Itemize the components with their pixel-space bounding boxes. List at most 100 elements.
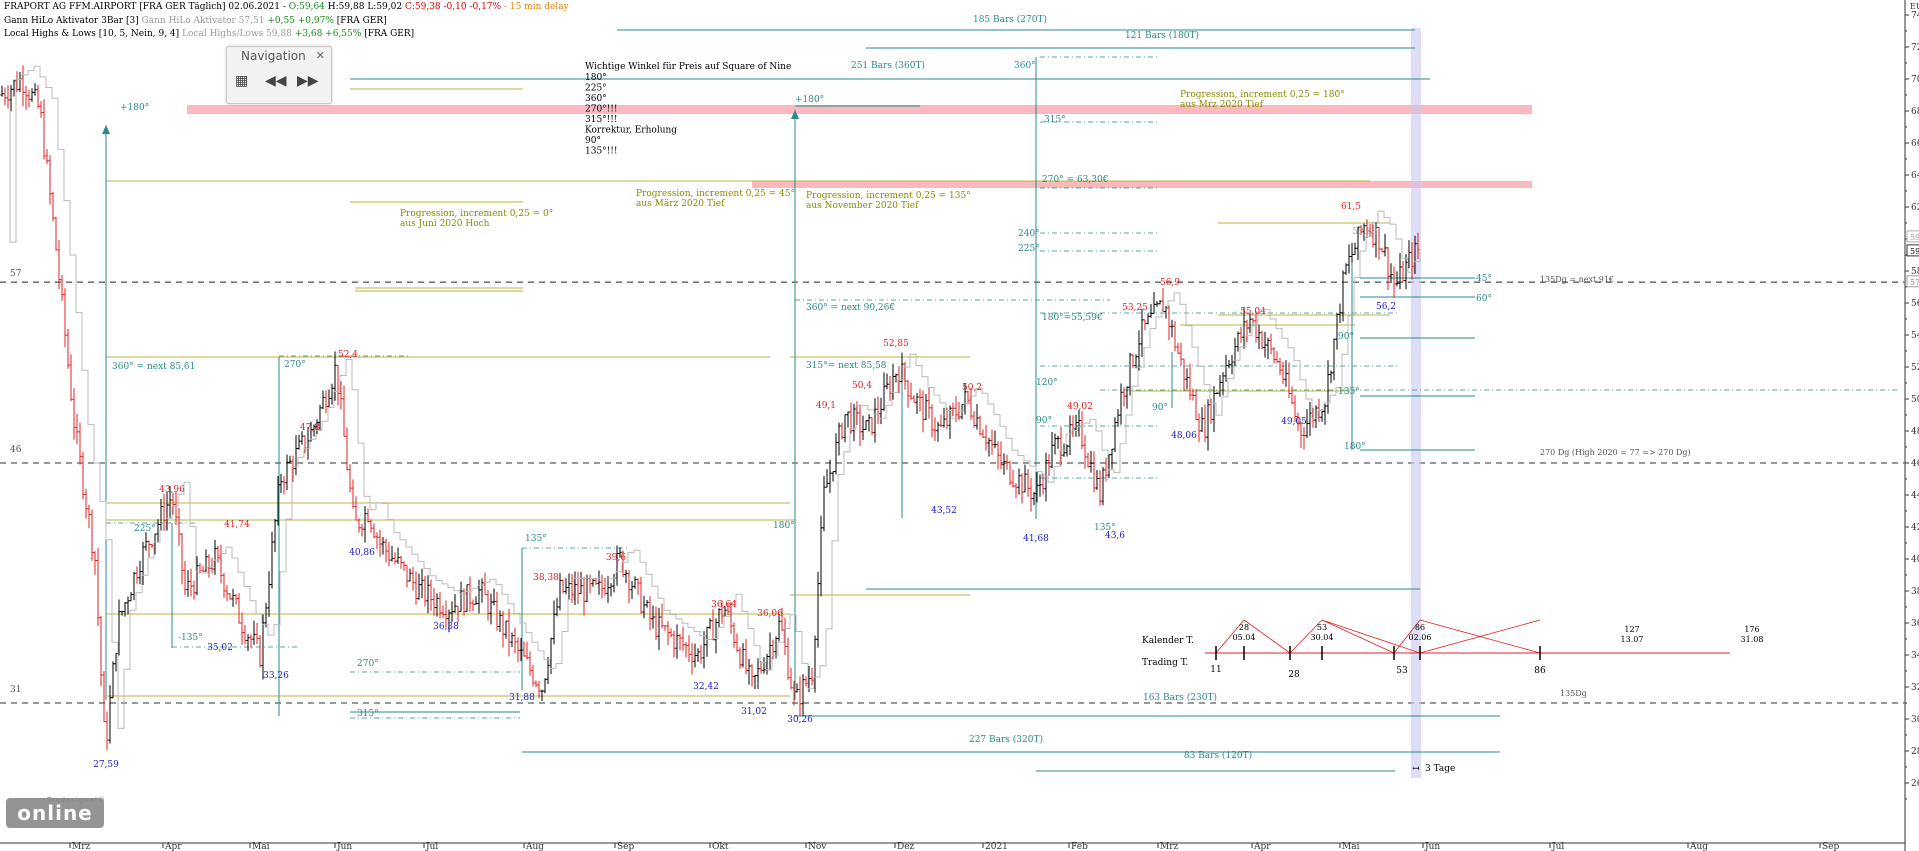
swing-high-label: 36,64 — [711, 600, 737, 610]
angles-list-item: 270°!!! — [585, 105, 618, 115]
angle-label: 360° = next 85,61 — [112, 362, 195, 372]
price-tick-label: 34,00 — [1911, 651, 1919, 661]
price-tick-label: 74,00 — [1911, 11, 1919, 21]
swing-low-label: 35,02 — [207, 643, 233, 653]
angle-label: 315° — [1044, 115, 1066, 125]
angle-label: 90° — [1338, 332, 1354, 342]
level-label: 57 — [10, 269, 22, 279]
swing-high-label: 59,88 — [1352, 227, 1378, 237]
progression-label: Progression, increment 0,25 = 0° — [400, 209, 553, 219]
angles-list-item: 90° — [585, 136, 601, 146]
swing-high-label: 41,74 — [224, 520, 250, 530]
progression-label: aus Juni 2020 Hoch — [400, 219, 490, 229]
swing-high-label: 61,5 — [1341, 202, 1361, 212]
calendar-count-label: 86 — [1415, 623, 1425, 632]
time-tick-label: Sep — [1822, 842, 1839, 851]
calendar-count-label: 31.08 — [1741, 635, 1764, 644]
time-tick-label: Jun — [1424, 842, 1440, 851]
grid-icon[interactable]: ▦ — [235, 73, 248, 95]
angle-label: 90° — [1036, 416, 1052, 426]
swing-high-label: 50,2 — [962, 383, 982, 393]
time-tick-label: Jun — [336, 842, 352, 851]
swing-low-label: 27,59 — [93, 760, 119, 770]
angle-label: 225° — [134, 524, 156, 534]
angle-label: 135° — [1094, 523, 1116, 533]
progression-label: aus Mrz 2020 Tief — [1180, 100, 1264, 110]
progression-label: Progression, increment 0,25 = 135° — [806, 191, 971, 201]
time-tick-label: Aug — [1689, 842, 1708, 851]
time-tick-label: Mai — [252, 842, 270, 851]
time-tick-label: Mai — [1342, 842, 1360, 851]
swing-low-label: 31,02 — [741, 707, 767, 717]
price-tick-label: 70,00 — [1911, 75, 1919, 85]
three-days-arrow: ↤ — [1412, 764, 1420, 774]
swing-low-label: 43,52 — [931, 506, 957, 516]
back-icon[interactable]: ◀◀ — [265, 73, 287, 95]
swing-low-label: 41,68 — [1023, 534, 1049, 544]
time-tick-label: Jul — [425, 842, 438, 851]
trading-count-label: 11 — [1210, 665, 1221, 675]
swing-high-label: 43,96 — [159, 485, 185, 495]
price-tick-label: 72,00 — [1911, 43, 1919, 53]
navigation-panel[interactable]: Navigation ✕ ▦ ◀◀ ▶▶ — [226, 46, 332, 104]
swing-high-label: 55,04 — [1240, 307, 1266, 317]
swing-high-label: 53,25 — [1122, 303, 1148, 313]
bars-count-label: 163 Bars (230T) — [1143, 692, 1217, 703]
progression-label: Progression, increment 0,25 = 180° — [1180, 90, 1345, 100]
swing-high-label: 49,1 — [816, 401, 836, 411]
trading-days-label: Trading T. — [1142, 658, 1188, 668]
angles-list-item: 315°!!! — [585, 115, 618, 125]
right-note-label: 135Dg — [1560, 689, 1587, 698]
price-tick-label: 30,00 — [1911, 715, 1919, 725]
price-tick-label: 50,00 — [1911, 395, 1919, 405]
time-tick-label: Sep — [617, 842, 634, 851]
time-tick-label: Mrz — [1160, 842, 1179, 851]
price-tick-label: 44,00 — [1911, 491, 1919, 501]
angle-label: 360° — [1014, 61, 1036, 71]
angle-label: 270° — [357, 659, 379, 669]
swing-low-label: 36,38 — [433, 622, 459, 632]
bars-count-label: 227 Bars (320T) — [969, 734, 1043, 745]
angle-label: 225° — [1018, 244, 1040, 254]
angle-label: 180°=55,59€ — [1042, 313, 1103, 323]
progression-label: aus März 2020 Tief — [636, 199, 725, 209]
price-tick-label: 68,00 — [1911, 107, 1919, 117]
swing-low-label: 48,06 — [1171, 431, 1197, 441]
bars-count-label: 83 Bars (120T) — [1184, 750, 1252, 761]
close-icon[interactable]: ✕ — [316, 49, 325, 62]
angle-label: 315°= next 85,58 — [806, 361, 887, 371]
angle-label: +180° — [120, 103, 149, 113]
calendar-count-label: 127 — [1624, 625, 1639, 634]
swing-low-label: 40,86 — [349, 548, 375, 558]
gann-hilo-activator-line — [9, 65, 1421, 729]
swing-low-label: 30,26 — [787, 715, 813, 725]
right-note-label: 270 Dg (High 2020 = 77 => 270 Dg) — [1540, 448, 1691, 457]
angle-label: 135° — [525, 534, 547, 544]
angle-label: 360° = next 90,26€ — [806, 303, 895, 313]
swing-high-label: 50,4 — [852, 381, 872, 391]
price-tick-label: 62,00 — [1911, 203, 1919, 213]
angle-label: 240° — [1018, 229, 1040, 239]
time-tick-label: Apr — [164, 842, 182, 851]
swing-low-label: 31,88 — [509, 693, 535, 703]
highlight-column — [1411, 28, 1421, 778]
price-chart[interactable]: 74,0072,0070,0068,0066,0064,0062,0060,00… — [0, 0, 1919, 851]
price-tick-label: 26,00 — [1911, 779, 1919, 789]
calendar-count-label: 30.04 — [1311, 633, 1334, 642]
swing-low-label: 49,05 — [1281, 417, 1307, 427]
time-tick-label: 2021 — [985, 842, 1008, 851]
forward-icon[interactable]: ▶▶ — [297, 73, 319, 95]
price-tick-label: 38,00 — [1911, 587, 1919, 597]
angles-list-item: Korrektur, Erholung — [585, 126, 677, 136]
angle-label: 270° = 63,30€ — [1042, 175, 1108, 185]
header-line-1: FRAPORT AG FFM.AIRPORT [FRA GER Täglich]… — [4, 2, 569, 12]
swing-high-label: 47,8 — [300, 423, 320, 433]
angles-list-item: 360° — [585, 94, 607, 104]
trading-count-label: 86 — [1534, 666, 1546, 676]
angles-list-item: 135°!!! — [585, 147, 618, 157]
time-tick-label: Feb — [1071, 842, 1088, 851]
time-tick-label: Dez — [897, 842, 915, 851]
price-tick-label: 40,00 — [1911, 555, 1919, 565]
swing-high-label: 52,85 — [883, 339, 909, 349]
navigation-title: Navigation — [241, 49, 306, 63]
